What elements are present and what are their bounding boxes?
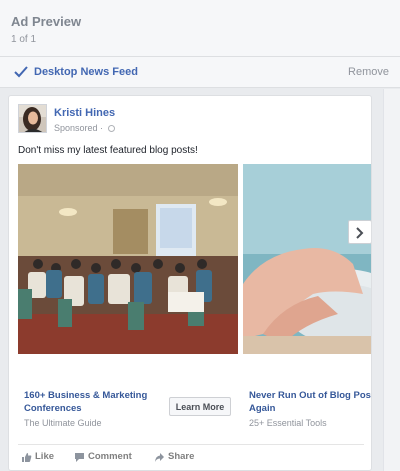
avatar-photo	[19, 105, 46, 132]
carousel-card-title-line[interactable]: Never Run Out of Blog Post Id	[249, 389, 371, 402]
mouse-hand-photo[interactable]	[243, 164, 371, 354]
remove-button[interactable]: Remove	[348, 66, 389, 78]
like-button[interactable]: Like	[21, 450, 63, 466]
carousel-card-title[interactable]: 160+ Business & Marketing Conferences	[24, 389, 164, 415]
share-label[interactable]: Share	[168, 451, 194, 462]
placement-label[interactable]: Desktop News Feed	[34, 66, 138, 78]
post-actions: Like Comment Share	[9, 450, 371, 470]
globe-icon	[107, 125, 115, 133]
share-icon	[155, 453, 164, 462]
comment-icon	[75, 453, 84, 462]
actions-divider	[18, 444, 364, 445]
avatar[interactable]	[18, 104, 47, 133]
comment-button[interactable]: Comment	[74, 450, 144, 466]
carousel: 160+ Business & Marketing Conferences Th…	[18, 164, 371, 434]
carousel-next-button[interactable]	[348, 220, 371, 244]
scrollbar[interactable]	[383, 89, 400, 471]
preview-pager: 1 of 1	[11, 34, 37, 45]
poster-name-link[interactable]: Kristi Hines	[54, 107, 115, 119]
carousel-card-title[interactable]: Never Run Out of Blog Post Id Again	[249, 389, 371, 415]
ad-preview-header: Ad Preview 1 of 1	[0, 0, 400, 57]
carousel-card-title-line[interactable]: Conferences	[24, 402, 164, 415]
thumbs-up-icon	[22, 453, 32, 462]
learn-more-button[interactable]: Learn More	[169, 397, 231, 416]
chevron-right-icon	[356, 227, 364, 239]
carousel-card-title-line[interactable]: Again	[249, 402, 371, 415]
carousel-card[interactable]: 160+ Business & Marketing Conferences Th…	[18, 164, 238, 434]
carousel-card-subtitle: The Ultimate Guide	[24, 418, 102, 428]
ad-preview-title: Ad Preview	[11, 14, 82, 29]
conference-photo[interactable]	[18, 164, 238, 354]
like-label[interactable]: Like	[35, 451, 54, 462]
carousel-card-subtitle: 25+ Essential Tools	[249, 418, 327, 428]
placement-row[interactable]: Desktop News Feed Remove	[0, 57, 400, 88]
share-button[interactable]: Share	[154, 450, 214, 466]
ad-post-card: Kristi Hines Sponsored · Don't miss my l…	[8, 95, 372, 471]
post-message: Don't miss my latest featured blog posts…	[18, 145, 198, 156]
sponsored-text: Sponsored	[54, 123, 98, 133]
checkmark-icon	[14, 66, 28, 78]
carousel-card[interactable]: Never Run Out of Blog Post Id Again 25+ …	[243, 164, 371, 434]
carousel-card-title-line[interactable]: 160+ Business & Marketing	[24, 389, 164, 402]
comment-label[interactable]: Comment	[88, 451, 132, 462]
sponsored-label: Sponsored ·	[54, 123, 115, 133]
